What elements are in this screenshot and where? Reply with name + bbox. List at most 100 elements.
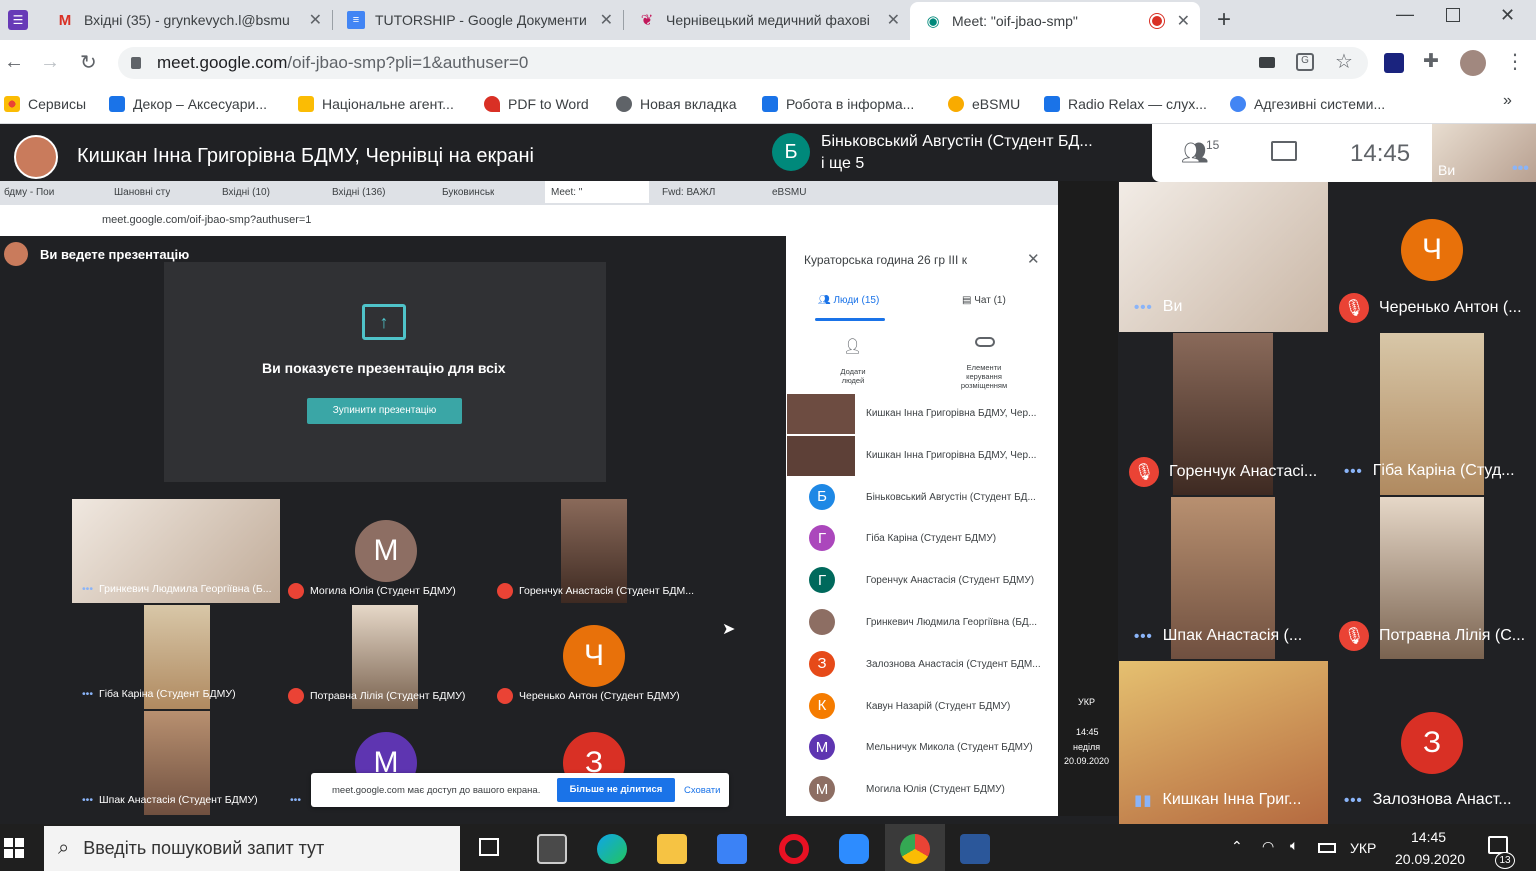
tray-date[interactable]: 20.09.2020 [1395,851,1465,867]
add-person-icon[interactable]: 👤︎ [843,337,862,355]
inner-tab: eBSMU [772,183,806,201]
tab-label: Вхідні (35) - grynkevych.l@bsmu [84,12,290,28]
tab-meet[interactable]: ◉ Meet: "oif-jbao-smp" ✕ [910,2,1200,40]
toggle-icon[interactable] [975,337,995,347]
bookmark-radio[interactable]: Radio Relax — слух... [1044,94,1207,114]
bookmarks-more[interactable]: » [1503,92,1512,110]
stop-sharing-button[interactable]: Більше не ділитися [557,778,675,802]
close-icon[interactable]: ✕ [309,10,322,30]
profile-avatar[interactable] [1460,50,1486,76]
mic-off-icon [288,688,304,704]
wifi-icon[interactable]: ◠ [1262,838,1274,855]
tile-label: Горенчук Анастасія (Студент БДМ... [519,585,695,597]
stop-presenting-button[interactable]: Зупинити презентацію [307,398,462,424]
bookmark-adhesive[interactable]: Адгезивні системи... [1230,94,1385,114]
tile-name: Черенько Антон (... [1379,299,1522,316]
bookmark-newtab[interactable]: Новая вкладка [616,94,737,114]
tile-label: Гіба Каріна (Студент БДМУ) [99,688,236,700]
tab-people[interactable]: 👥︎ Люди (15) [818,295,879,306]
tab-docs[interactable]: ≡ TUTORSHIP - Google Документи ✕ [333,0,623,40]
reload-button[interactable]: ↻ [80,50,97,75]
panel-close-icon[interactable]: ✕ [1027,250,1040,268]
tray-time[interactable]: 14:45 [1411,829,1446,845]
tile-name: Залознова Анаст... [1372,791,1512,808]
word-icon[interactable] [960,834,990,864]
participant-avatar [787,435,855,476]
bookmark-services[interactable]: Сервисы [4,94,86,114]
participant-name: Біньковський Августін (Студент БД... [866,491,1036,503]
bookmark-agency[interactable]: Національне агент... [298,94,454,114]
zoom-icon[interactable] [839,834,869,864]
extension-icon[interactable] [1384,53,1404,73]
tile-name: Горенчук Анастасі... [1169,463,1318,480]
bookmark-work[interactable]: Робота в інформа... [762,94,914,114]
close-icon[interactable]: ✕ [887,10,900,30]
new-tab-button[interactable]: + [1217,6,1231,34]
tile-label: Могила Юлія (Студент БДМУ) [310,585,456,597]
mail-icon[interactable] [717,834,747,864]
participant-name: Кишкан Інна Григорівна БДМУ, Чер... [866,449,1037,461]
dots-icon: ••• [82,688,94,700]
close-icon[interactable]: ✕ [1177,11,1190,31]
decor-icon [109,96,125,112]
bookmark-decor[interactable]: Декор – Аксесуари... [109,94,267,114]
participant-name: Горенчук Анастасія (Студент БДМУ) [866,575,1035,587]
tile-label: Черенько Антон (Студент БДМУ) [519,690,680,702]
inner-tab-label: eBSMU [772,186,807,198]
tray-lang[interactable]: УКР [1350,840,1376,856]
mouse-cursor: ➤ [722,621,736,638]
taskbar-search[interactable]: ⌕ Введіть пошуковий запит тут [44,826,460,871]
close-window-button[interactable]: ✕ [1500,5,1515,26]
hide-button[interactable]: Сховати [684,785,720,796]
puzzle-icon[interactable]: ✚ [1423,50,1439,73]
bookmark-label: Національне агент... [322,96,454,112]
tile-name: Ви [1162,298,1183,315]
bookmark-pdf[interactable]: PDF to Word [484,94,589,114]
menu-icon[interactable]: ⋮ [1505,49,1525,74]
tray-chevron-icon[interactable]: ⌃ [1231,838,1243,855]
store-icon[interactable] [537,834,567,864]
folder-icon[interactable] [657,834,687,864]
inner-tab-label: бдму - Пои [4,186,55,198]
url-text[interactable]: meet.google.com/oif-jbao-smp?pli=1&authu… [157,53,528,73]
tab-chat[interactable]: ▤ Чат (1) [962,295,1006,306]
tab-college[interactable]: ❦ Чернівецький медичний фахові ✕ [624,0,910,40]
participant-name: Кишкан Інна Григорівна БДМУ, Чер... [866,408,1037,419]
camera-icon[interactable] [1259,57,1275,68]
windows-start-icon[interactable] [4,838,24,858]
back-button[interactable]: ← [4,51,24,74]
bookmark-ebsmu[interactable]: eBSMU [948,94,1020,114]
tile-potravna-name: 🎙︎ Потравна Лілія (С... [1339,621,1525,651]
translate-icon[interactable]: G [1296,53,1314,71]
battery-icon[interactable] [1318,843,1336,853]
close-icon[interactable]: ✕ [600,10,613,30]
presenter-avatar [14,135,58,179]
task-view-icon[interactable] [479,838,499,856]
dots-icon: ••• [1134,298,1153,316]
participant-name: Залознова Анастасія (Студент БДМ... [866,658,1041,670]
dots-icon: ••• [290,794,302,806]
inner-tile-name: Горенчук Анастасія (Студент БДМ... [497,583,694,599]
restore-button[interactable] [1446,8,1460,22]
volume-icon[interactable]: 🔈︎ [1290,837,1298,854]
minimize-button[interactable]: — [1396,4,1414,25]
tab-gmail[interactable]: M Вхідні (35) - grynkevych.l@bsmu ✕ [42,0,332,40]
star-icon[interactable]: ☆ [1335,49,1353,74]
forward-button[interactable]: → [40,51,60,74]
participant-name: Мельничук Микола (Студент БДМУ) [866,742,1033,754]
inner-tile-name: Могила Юлія (Студент БДМУ) [288,583,456,599]
edge-icon[interactable] [597,834,627,864]
inner-tab: Вхідні (136) [332,183,385,201]
chrome-icon[interactable] [900,834,930,864]
opera-icon[interactable] [779,834,809,864]
presenting-text: Ви показуєте презентацію для всіх [262,360,506,376]
tab-label: Meet: "oif-jbao-smp" [952,13,1078,29]
inner-tab: Буковинськ [442,183,494,201]
chat-icon[interactable] [1271,141,1297,161]
people-icon[interactable]: 👥︎ [1181,140,1209,166]
inner-tray-day: неділя [1073,742,1101,752]
inner-tab-label: Meet: " [551,186,583,198]
tile-label: Потравна Лілія (Студент БДМУ) [310,690,466,702]
participant-name: Могила Юлія (Студент БДМУ) [866,784,1005,796]
tab-search-icon[interactable]: ☰ [8,10,28,30]
